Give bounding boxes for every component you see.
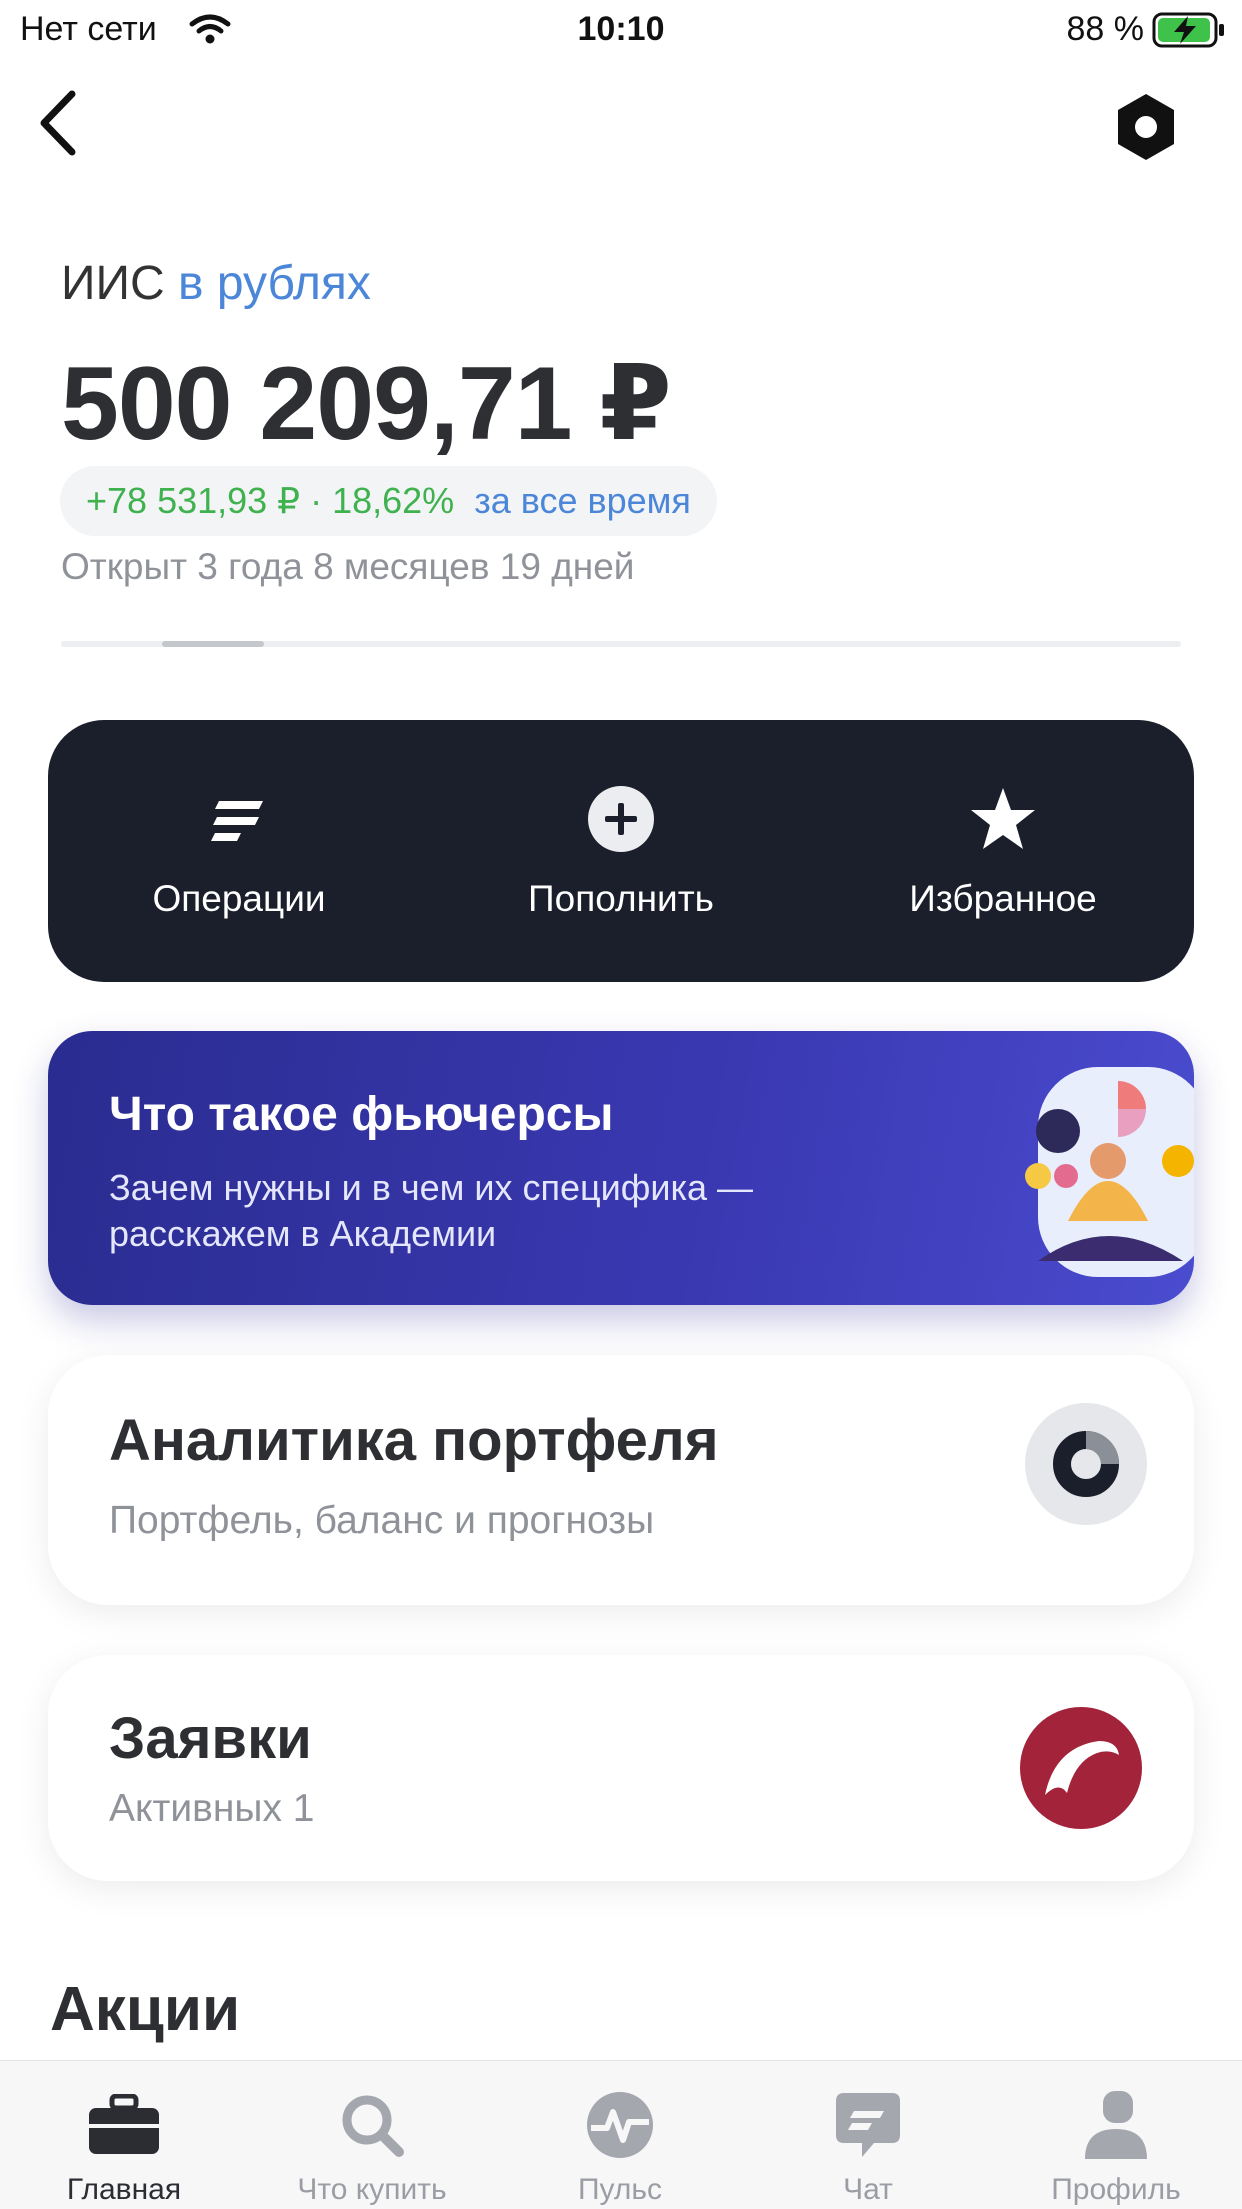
- topup-label: Пополнить: [528, 878, 714, 919]
- tab-chat[interactable]: Чат: [744, 2061, 992, 2209]
- back-button[interactable]: [34, 88, 82, 158]
- bottom-tab-bar: Главная Что купить Пульс Чат Профиль: [0, 2060, 1242, 2209]
- tab-what-to-buy[interactable]: Что купить: [248, 2061, 496, 2209]
- portfolio-analytics-card[interactable]: Аналитика портфеля Портфель, баланс и пр…: [48, 1355, 1194, 1605]
- tab-pulse[interactable]: Пульс: [496, 2061, 744, 2209]
- account-age: Открыт 3 года 8 месяцев 19 дней: [61, 546, 635, 587]
- settings-button[interactable]: [1114, 92, 1178, 162]
- tab-chat-label: Чат: [843, 2173, 893, 2206]
- pulse-icon: [587, 2092, 653, 2158]
- briefcase-icon: [89, 2094, 159, 2154]
- favorites-label: Избранное: [909, 878, 1097, 919]
- star-icon: [971, 788, 1035, 849]
- page-indicator-thumb: [162, 641, 264, 647]
- tab-profile[interactable]: Профиль: [992, 2061, 1240, 2209]
- academy-illustration: [1025, 1067, 1194, 1277]
- account-title: ИИС в рублях: [61, 256, 371, 311]
- orders-title: Заявки: [109, 1706, 312, 1771]
- plus-circle-icon: [588, 786, 654, 852]
- account-type: ИИС: [61, 257, 165, 310]
- account-balance: 500 209,71 ₽: [61, 346, 672, 462]
- battery-charging-icon: [1152, 12, 1224, 48]
- dolphin-icon: [1020, 1707, 1142, 1829]
- tab-profile-label: Профиль: [1051, 2173, 1181, 2206]
- favorites-button[interactable]: Избранное: [812, 720, 1194, 982]
- tab-what-to-buy-label: Что купить: [297, 2173, 447, 2206]
- operations-button[interactable]: Операции: [48, 720, 430, 982]
- promo-banner[interactable]: Что такое фьючерсы Зачем нужны и в чем и…: [48, 1031, 1194, 1305]
- tab-home-label: Главная: [66, 2173, 182, 2206]
- tab-pulse-label: Пульс: [577, 2173, 663, 2206]
- battery-percent: 88 %: [1066, 10, 1145, 48]
- quick-actions-panel: Операции Пополнить Избранное: [48, 720, 1194, 982]
- currency-link[interactable]: в рублях: [178, 257, 371, 310]
- profile-icon: [1085, 2091, 1147, 2159]
- orders-card[interactable]: Заявки Активных 1: [48, 1655, 1194, 1881]
- status-time: 10:10: [577, 10, 665, 48]
- list-lines-icon: [211, 801, 263, 841]
- orders-subtitle: Активных 1: [109, 1787, 315, 1830]
- promo-subtitle: Зачем нужны и в чем их специфика — расск…: [109, 1167, 754, 1254]
- search-icon: [342, 2095, 404, 2157]
- tab-home[interactable]: Главная: [0, 2061, 248, 2209]
- yield-value: +78 531,93 ₽ · 18,62%: [86, 480, 455, 521]
- status-bar: Нет сети 10:10 88 %: [0, 0, 1242, 62]
- analytics-title: Аналитика портфеля: [109, 1408, 719, 1473]
- operations-label: Операции: [152, 878, 326, 919]
- section-title-stocks: Акции: [50, 1975, 241, 2044]
- donut-chart-icon: [1025, 1403, 1147, 1525]
- promo-title: Что такое фьючерсы: [109, 1088, 614, 1141]
- topup-button[interactable]: Пополнить: [430, 720, 812, 982]
- chat-icon: [836, 2093, 900, 2157]
- yield-pill[interactable]: +78 531,93 ₽ · 18,62% за все время: [60, 466, 717, 536]
- yield-period[interactable]: за все время: [474, 480, 691, 522]
- analytics-subtitle: Портфель, баланс и прогнозы: [109, 1499, 655, 1542]
